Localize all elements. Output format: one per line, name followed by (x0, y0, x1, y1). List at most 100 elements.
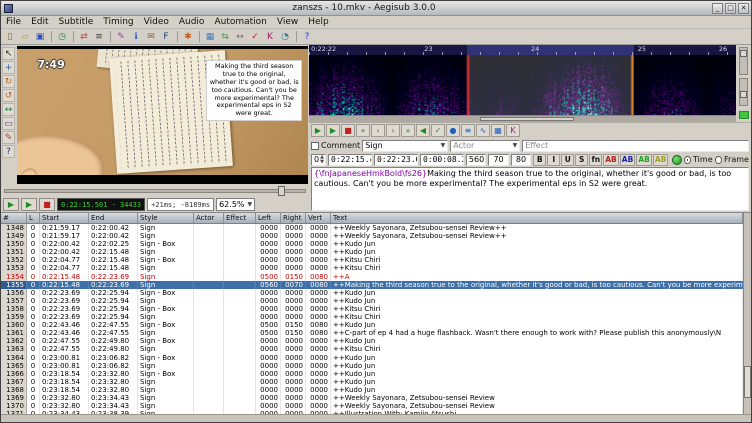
shift-times-icon[interactable]: ⇄ (77, 30, 91, 43)
duration-field[interactable]: 0:00:08.21 (420, 154, 464, 166)
table-row[interactable]: 136200:22:47.550:22:49.80Sign - Box00000… (1, 337, 743, 345)
table-row[interactable]: 135000:22:00.420:22:02.25Sign - Box00000… (1, 240, 743, 248)
menu-audio[interactable]: Audio (174, 17, 210, 27)
subtitle-text-editor[interactable]: {\fnJapaneseHmkBold\fs26}Making the thir… (311, 167, 749, 211)
stop-icon[interactable]: ■ (341, 124, 355, 137)
table-row[interactable]: 137100:23:34.430:23:38.39Sign00000000000… (1, 410, 743, 414)
help-icon[interactable]: ? (300, 30, 314, 43)
menu-edit[interactable]: Edit (26, 17, 53, 27)
menu-view[interactable]: View (272, 17, 303, 27)
font-name-button[interactable]: fn (589, 154, 602, 166)
actor-select[interactable]: Actor ▼ (450, 140, 520, 152)
drag-icon[interactable]: + (2, 61, 15, 74)
video-stop-button[interactable]: ■ (39, 198, 55, 211)
table-row[interactable]: 135500:22:15.480:22:23.69Sign05600070008… (1, 281, 743, 289)
kanji-timer-icon[interactable]: K (263, 30, 277, 43)
table-row[interactable]: 135700:22:23.690:22:25.94Sign00000000000… (1, 297, 743, 305)
standard-cursor-icon[interactable]: ↖ (2, 47, 15, 60)
menu-automation[interactable]: Automation (209, 17, 271, 27)
end-time-field[interactable]: 0:22:23.69 (374, 154, 418, 166)
margin-vertical-field[interactable]: 80 (511, 154, 531, 166)
table-row[interactable]: 136900:23:32.800:23:34.43Sign00000000000… (1, 394, 743, 402)
strikeout-button[interactable]: S (575, 154, 588, 166)
table-row[interactable]: 135400:22:15.480:22:23.69Sign05000150008… (1, 273, 743, 281)
open-file-icon[interactable]: ▱ (18, 30, 32, 43)
audio-spectrogram[interactable] (309, 55, 736, 115)
table-row[interactable]: 135600:22:23.690:22:25.94Sign - Box00000… (1, 289, 743, 297)
play-to-end-icon[interactable]: ◀ (416, 124, 430, 137)
table-row[interactable]: 136500:23:00.810:23:06.82Sign00000000000… (1, 362, 743, 370)
menu-file[interactable]: File (1, 17, 26, 27)
video-display[interactable]: 7:49 Making the third season true to the… (17, 46, 308, 184)
vector-clip-icon[interactable]: ✎ (2, 131, 15, 144)
table-row[interactable]: 136000:22:43.460:22:47.55Sign - Box05000… (1, 321, 743, 329)
primary-color-button[interactable]: AB (603, 154, 619, 166)
clip-icon[interactable]: ▭ (2, 117, 15, 130)
commit-icon[interactable]: ✓ (431, 124, 445, 137)
video-seek-slider[interactable] (4, 189, 306, 193)
table-row[interactable]: 134800:21:59.170:22:00.42Sign00000000000… (1, 224, 743, 232)
play-first-half-icon[interactable]: ‹ (371, 124, 385, 137)
italic-button[interactable]: I (547, 154, 560, 166)
styling-assistant-icon[interactable]: ▦ (203, 30, 217, 43)
table-row[interactable]: 136300:22:47.550:22:49.80Sign00000000000… (1, 345, 743, 353)
close-button[interactable]: ✕ (738, 3, 749, 14)
timing-post-processor-icon[interactable]: ◔ (278, 30, 292, 43)
properties-icon[interactable]: ℹ (129, 30, 143, 43)
karaoke-toggle-icon[interactable]: K (506, 124, 520, 137)
resample-resolution-icon[interactable]: ↔ (233, 30, 247, 43)
menu-video[interactable]: Video (139, 17, 174, 27)
save-file-icon[interactable]: ▣ (33, 30, 47, 43)
margin-right-field[interactable]: 70 (488, 154, 508, 166)
stepper-arrows-icon[interactable]: ▲▼ (320, 155, 324, 165)
scale-icon[interactable]: ↔ (2, 103, 15, 116)
audio-scrollbar[interactable] (309, 115, 736, 122)
rotate-z-icon[interactable]: ↻ (2, 75, 15, 88)
attachments-icon[interactable]: ✉ (144, 30, 158, 43)
audio-volume-link-icon[interactable] (739, 111, 749, 119)
video-play-button[interactable]: ▶ (3, 198, 19, 211)
select-lines-icon[interactable]: ≡ (92, 30, 106, 43)
play-line-icon[interactable]: ▶ (326, 124, 340, 137)
table-row[interactable]: 136700:23:18.540:23:32.80Sign00000000000… (1, 378, 743, 386)
rotate-xy-icon[interactable]: ↺ (2, 89, 15, 102)
comment-checkbox[interactable] (311, 142, 319, 150)
video-zoom-select[interactable]: 62.5% ▼ (216, 198, 255, 211)
seek-thumb[interactable] (278, 186, 285, 196)
play-after-selection-icon[interactable]: » (401, 124, 415, 137)
spell-checker-icon[interactable]: ✓ (248, 30, 262, 43)
maximize-button[interactable]: □ (725, 3, 736, 14)
start-time-field[interactable]: 0:22:15.48 (328, 154, 372, 166)
style-select[interactable]: Sign ▼ (362, 140, 448, 152)
outline-color-button[interactable]: AB (636, 154, 652, 166)
play-second-half-icon[interactable]: › (386, 124, 400, 137)
play-selection-icon[interactable]: ▶ (311, 124, 325, 137)
menu-subtitle[interactable]: Subtitle (54, 17, 99, 27)
table-row[interactable]: 135200:22:04.770:22:15.48Sign - Box00000… (1, 256, 743, 264)
table-row[interactable]: 137000:23:32.800:23:34.43Sign00000000000… (1, 402, 743, 410)
table-row[interactable]: 135100:22:00.420:22:15.48Sign00000000000… (1, 248, 743, 256)
auto-scroll-icon[interactable]: ≡ (461, 124, 475, 137)
secondary-color-button[interactable]: AB (620, 154, 636, 166)
table-row[interactable]: 136600:23:18.540:23:32.80Sign - Box00000… (1, 370, 743, 378)
audio-hzoom-slider[interactable] (739, 47, 748, 75)
commit-button[interactable] (672, 155, 681, 165)
grid-scrollbar[interactable] (743, 213, 751, 414)
jump-to-icon[interactable]: ◷ (55, 30, 69, 43)
table-row[interactable]: 136100:22:43.460:22:47.55Sign05000150008… (1, 329, 743, 337)
title-bar[interactable]: zanszs - 10.mkv - Aegisub 3.0.0 _ □ ✕ (1, 1, 751, 16)
styles-manager-icon[interactable]: ✎ (114, 30, 128, 43)
spectrum-toggle-icon[interactable]: ▦ (491, 124, 505, 137)
bold-button[interactable]: B (533, 154, 546, 166)
fonts-collector-icon[interactable]: F (159, 30, 173, 43)
table-row[interactable]: 135300:22:04.770:22:15.48Sign00000000000… (1, 264, 743, 272)
audio-timeline[interactable]: 0:22:2223242526 (309, 45, 736, 55)
goto-selection-icon[interactable]: ● (446, 124, 460, 137)
help-tool-icon[interactable]: ? (2, 145, 15, 158)
audio-vzoom-slider[interactable] (739, 78, 748, 106)
effect-field[interactable]: Effect (522, 140, 749, 152)
new-file-icon[interactable]: ▯ (3, 30, 17, 43)
menu-timing[interactable]: Timing (98, 17, 138, 27)
table-row[interactable]: 136800:23:18.540:23:32.80Sign00000000000… (1, 386, 743, 394)
waveform-toggle-icon[interactable]: ∿ (476, 124, 490, 137)
